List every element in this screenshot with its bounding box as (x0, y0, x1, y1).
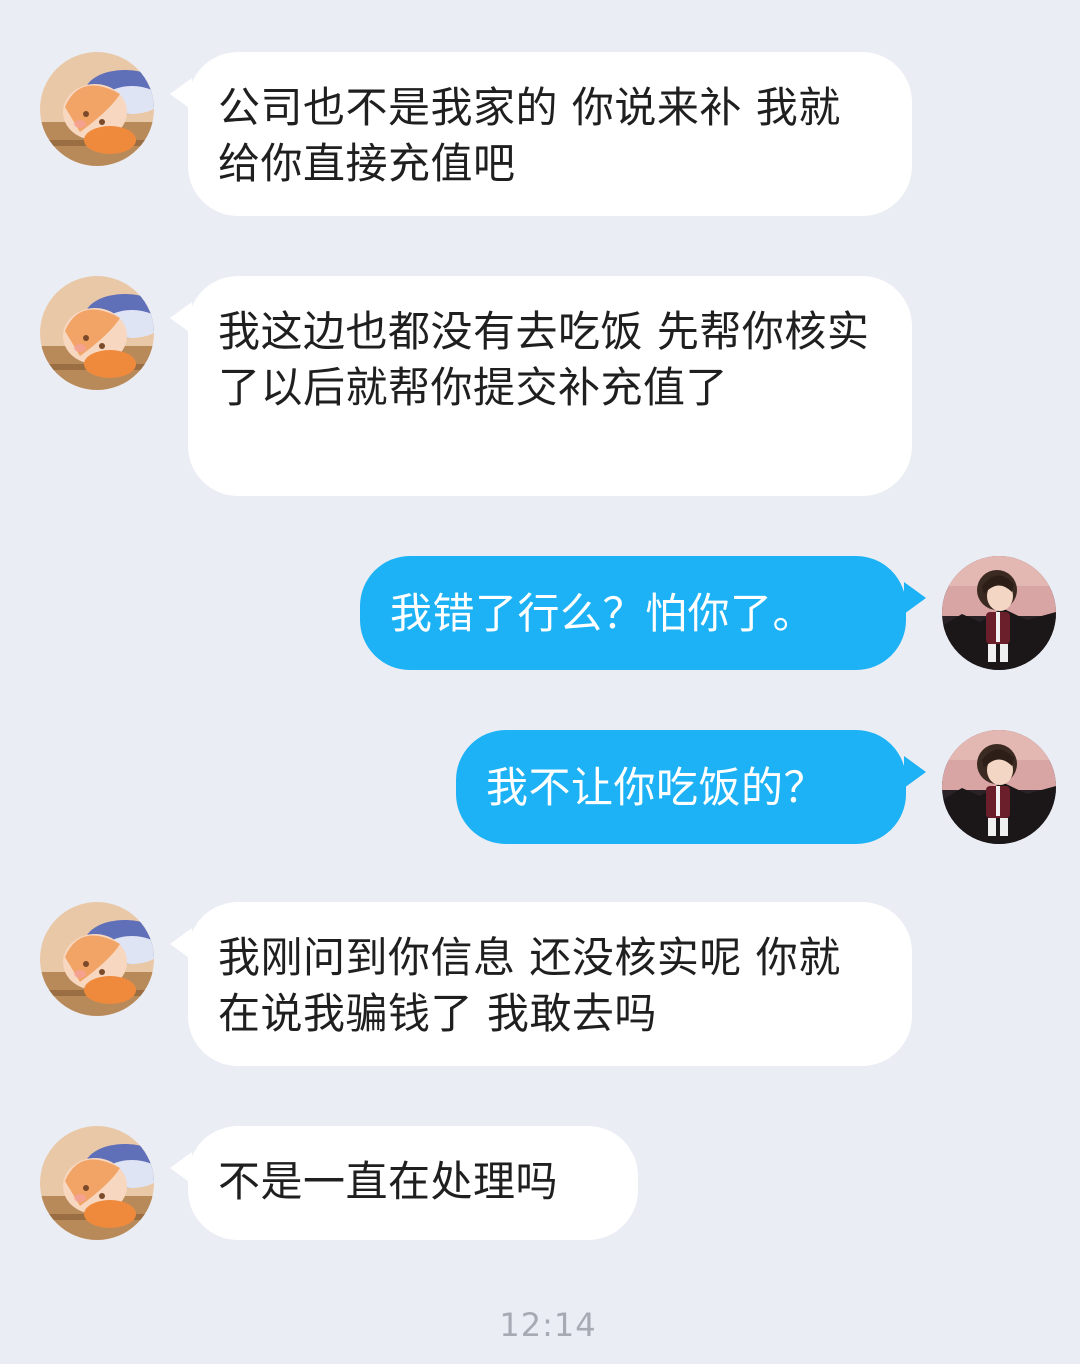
message-bubble[interactable]: 我这边也都没有去吃饭 先帮你核实了以后就帮你提交补充值了 (188, 276, 912, 496)
anime-girl-avatar-icon[interactable] (40, 52, 154, 166)
message-text: 我不让你吃饭的？ (486, 763, 827, 812)
message-bubble[interactable]: 我不让你吃饭的？ (456, 730, 906, 844)
message-text: 不是一直在处理吗 (218, 1157, 559, 1206)
message-text: 我这边也都没有去吃饭 先帮你核实了以后就帮你提交补充值了 (218, 307, 870, 412)
cartoon-boy-avatar-icon[interactable] (942, 730, 1056, 844)
message-bubble[interactable]: 公司也不是我家的 你说来补 我就给你直接充值吧 (188, 52, 912, 216)
chat-conversation: 公司也不是我家的 你说来补 我就给你直接充值吧 我这边也都没有去吃饭 先帮你核实… (0, 0, 1080, 1364)
message-bubble[interactable]: 我刚问到你信息 还没核实呢 你就在说我骗钱了 我敢去吗 (188, 902, 912, 1066)
anime-girl-avatar-icon[interactable] (40, 902, 154, 1016)
message-text: 公司也不是我家的 你说来补 我就给你直接充值吧 (218, 83, 841, 188)
cartoon-boy-avatar-icon[interactable] (942, 556, 1056, 670)
timestamp: 12:14 (499, 1306, 597, 1344)
message-text: 我刚问到你信息 还没核实呢 你就在说我骗钱了 我敢去吗 (218, 933, 841, 1038)
message-bubble[interactable]: 不是一直在处理吗 (188, 1126, 638, 1240)
message-bubble[interactable]: 我错了行么？怕你了。 (360, 556, 906, 670)
bubble-tail (904, 756, 926, 788)
anime-girl-avatar-icon[interactable] (40, 1126, 154, 1240)
bubble-tail (904, 582, 926, 614)
anime-girl-avatar-icon[interactable] (40, 276, 154, 390)
message-text: 我错了行么？怕你了。 (390, 589, 816, 638)
